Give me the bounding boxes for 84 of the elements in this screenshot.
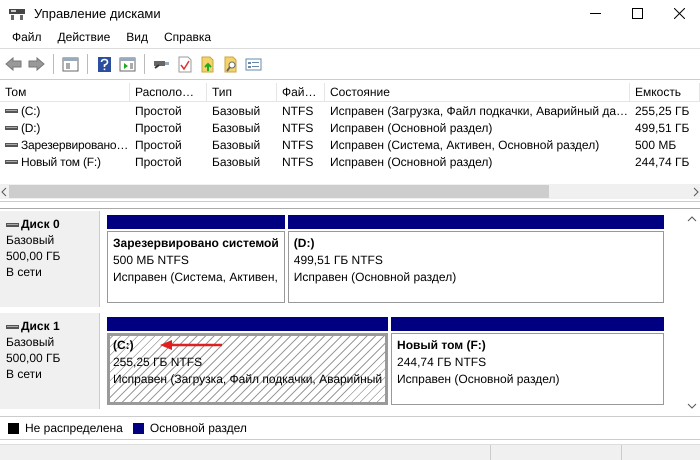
column-header[interactable]: Емкость (630, 83, 700, 101)
table-cell-text: NTFS (281, 138, 314, 152)
partition-size: 244,74 ГБ NTFS (397, 355, 488, 369)
column-header[interactable]: Состояние (325, 83, 630, 101)
scroll-up-icon[interactable] (687, 215, 697, 223)
close-icon[interactable] (674, 8, 685, 18)
checklist-icon[interactable] (176, 56, 193, 72)
table-cell-text: NTFS (281, 120, 314, 134)
partition-size: 499,51 ГБ NTFS (294, 253, 384, 267)
table-cell: Зарезервировано… (21, 138, 128, 152)
menu-item[interactable]: Действие (50, 30, 118, 44)
table-cell-text: Базовый (211, 120, 262, 134)
partition-size: 255,25 ГБ NTFS (113, 355, 204, 369)
scroll-right-icon[interactable] (692, 186, 700, 198)
disk-name: Диск 0 (21, 217, 60, 231)
drive-icon (5, 157, 18, 166)
window-title: Управление дисками (34, 6, 162, 20)
table-cell-text: 500 МБ (634, 138, 678, 152)
table-cell-text: Исправен (Система, Активен, Основной раздел) (329, 138, 600, 152)
disk-size: 500,00 ГБ (6, 351, 62, 365)
drive-icon (5, 140, 18, 149)
table-cell-text: 244,74 ГБ (634, 154, 690, 168)
partition-size: 500 МБ NTFS (113, 253, 190, 267)
partition-block[interactable]: (D:) 499,51 ГБ NTFS Исправен (Основной раздел) (288, 231, 664, 303)
disk-status: В сети (6, 265, 43, 279)
table-cell-text: 499,51 ГБ (634, 120, 690, 134)
partition-name: (C:) (113, 338, 135, 352)
folder-up-icon[interactable] (199, 56, 216, 72)
menu-item[interactable]: Файл (4, 30, 50, 44)
partition-status: Исправен (Система, Активен, (113, 270, 279, 284)
table-cell-text: Базовый (211, 138, 262, 152)
column-header[interactable]: Том (0, 83, 130, 101)
console-tree-icon[interactable] (62, 56, 79, 72)
column-header[interactable]: Располо… (130, 83, 207, 101)
partition-block[interactable]: Новый том (F:) 244,74 ГБ NTFS Исправен (Основной раздел) (391, 333, 664, 405)
table-cell-text: Простой (134, 120, 183, 134)
menu-item[interactable]: Вид (118, 30, 156, 44)
table-cell-text: Исправен (Основной раздел) (329, 120, 494, 134)
scrollbar-thumb[interactable] (9, 185, 549, 198)
table-cell-text: Простой (134, 154, 183, 168)
table-cell-text: NTFS (281, 154, 314, 168)
table-cell-text: NTFS (281, 104, 314, 118)
drive-icon (5, 106, 18, 115)
table-cell-text: Простой (134, 138, 183, 152)
menu-item[interactable]: Справка (156, 30, 220, 44)
table-cell-text: 255,25 ГБ (634, 104, 690, 118)
partition-name: (D:) (294, 236, 316, 250)
column-header[interactable]: Фай… (277, 83, 325, 101)
scroll-left-icon[interactable] (0, 186, 8, 198)
partition-block[interactable]: (C:) 255,25 ГБ NTFS Исправен (Загрузка, Файл подкачки, Аварийный (107, 333, 388, 405)
partition-name: Зарезервировано системой (113, 236, 279, 250)
table-cell-text: Простой (134, 104, 183, 118)
help-icon[interactable] (96, 56, 113, 72)
table-cell: Новый том (F:) (21, 154, 101, 168)
disk-status: В сети (6, 367, 43, 381)
horizontal-scrollbar[interactable] (0, 184, 700, 199)
partition-status: Исправен (Основной раздел) (294, 270, 458, 284)
table-cell-text: Исправен (Загрузка, Файл подкачки, Аварийный да… (329, 104, 630, 118)
column-header[interactable]: Тип (207, 83, 277, 101)
disk-type: Базовый (6, 335, 56, 349)
disk-info-panel[interactable]: Диск 1 Базовый 500,00 ГБ В сети (0, 313, 100, 409)
partition-name: Новый том (F:) (397, 338, 487, 352)
maximize-icon[interactable] (632, 8, 643, 18)
partition-status: Исправен (Загрузка, Файл подкачки, Аварийный (113, 372, 382, 386)
forward-arrow-icon[interactable] (28, 56, 45, 72)
legend-label: Основной раздел (150, 421, 247, 435)
table-cell: (D:) (21, 120, 40, 134)
disk-size: 500,00 ГБ (6, 249, 62, 263)
scroll-down-icon[interactable] (687, 402, 697, 410)
partition-status: Исправен (Основной раздел) (397, 372, 560, 386)
search-icon[interactable] (222, 56, 239, 72)
disk-name: Диск 1 (21, 319, 60, 333)
disk-type: Базовый (6, 233, 56, 247)
disk-info-panel[interactable]: Диск 0 Базовый 500,00 ГБ В сети (0, 211, 100, 307)
partition-block[interactable]: Зарезервировано системой 500 МБ NTFS Исправен (Система, Активен, (107, 231, 285, 303)
legend-label: Не распределена (25, 421, 123, 435)
properties-icon[interactable] (245, 56, 262, 72)
action-pane-icon[interactable] (119, 56, 136, 72)
table-cell-text: Базовый (211, 104, 262, 118)
table-cell: (C:) (21, 104, 40, 118)
table-cell-text: Базовый (211, 154, 262, 168)
table-cell-text: Исправен (Основной раздел) (329, 154, 494, 168)
back-arrow-icon[interactable] (5, 56, 22, 72)
drive-icon (5, 123, 18, 132)
